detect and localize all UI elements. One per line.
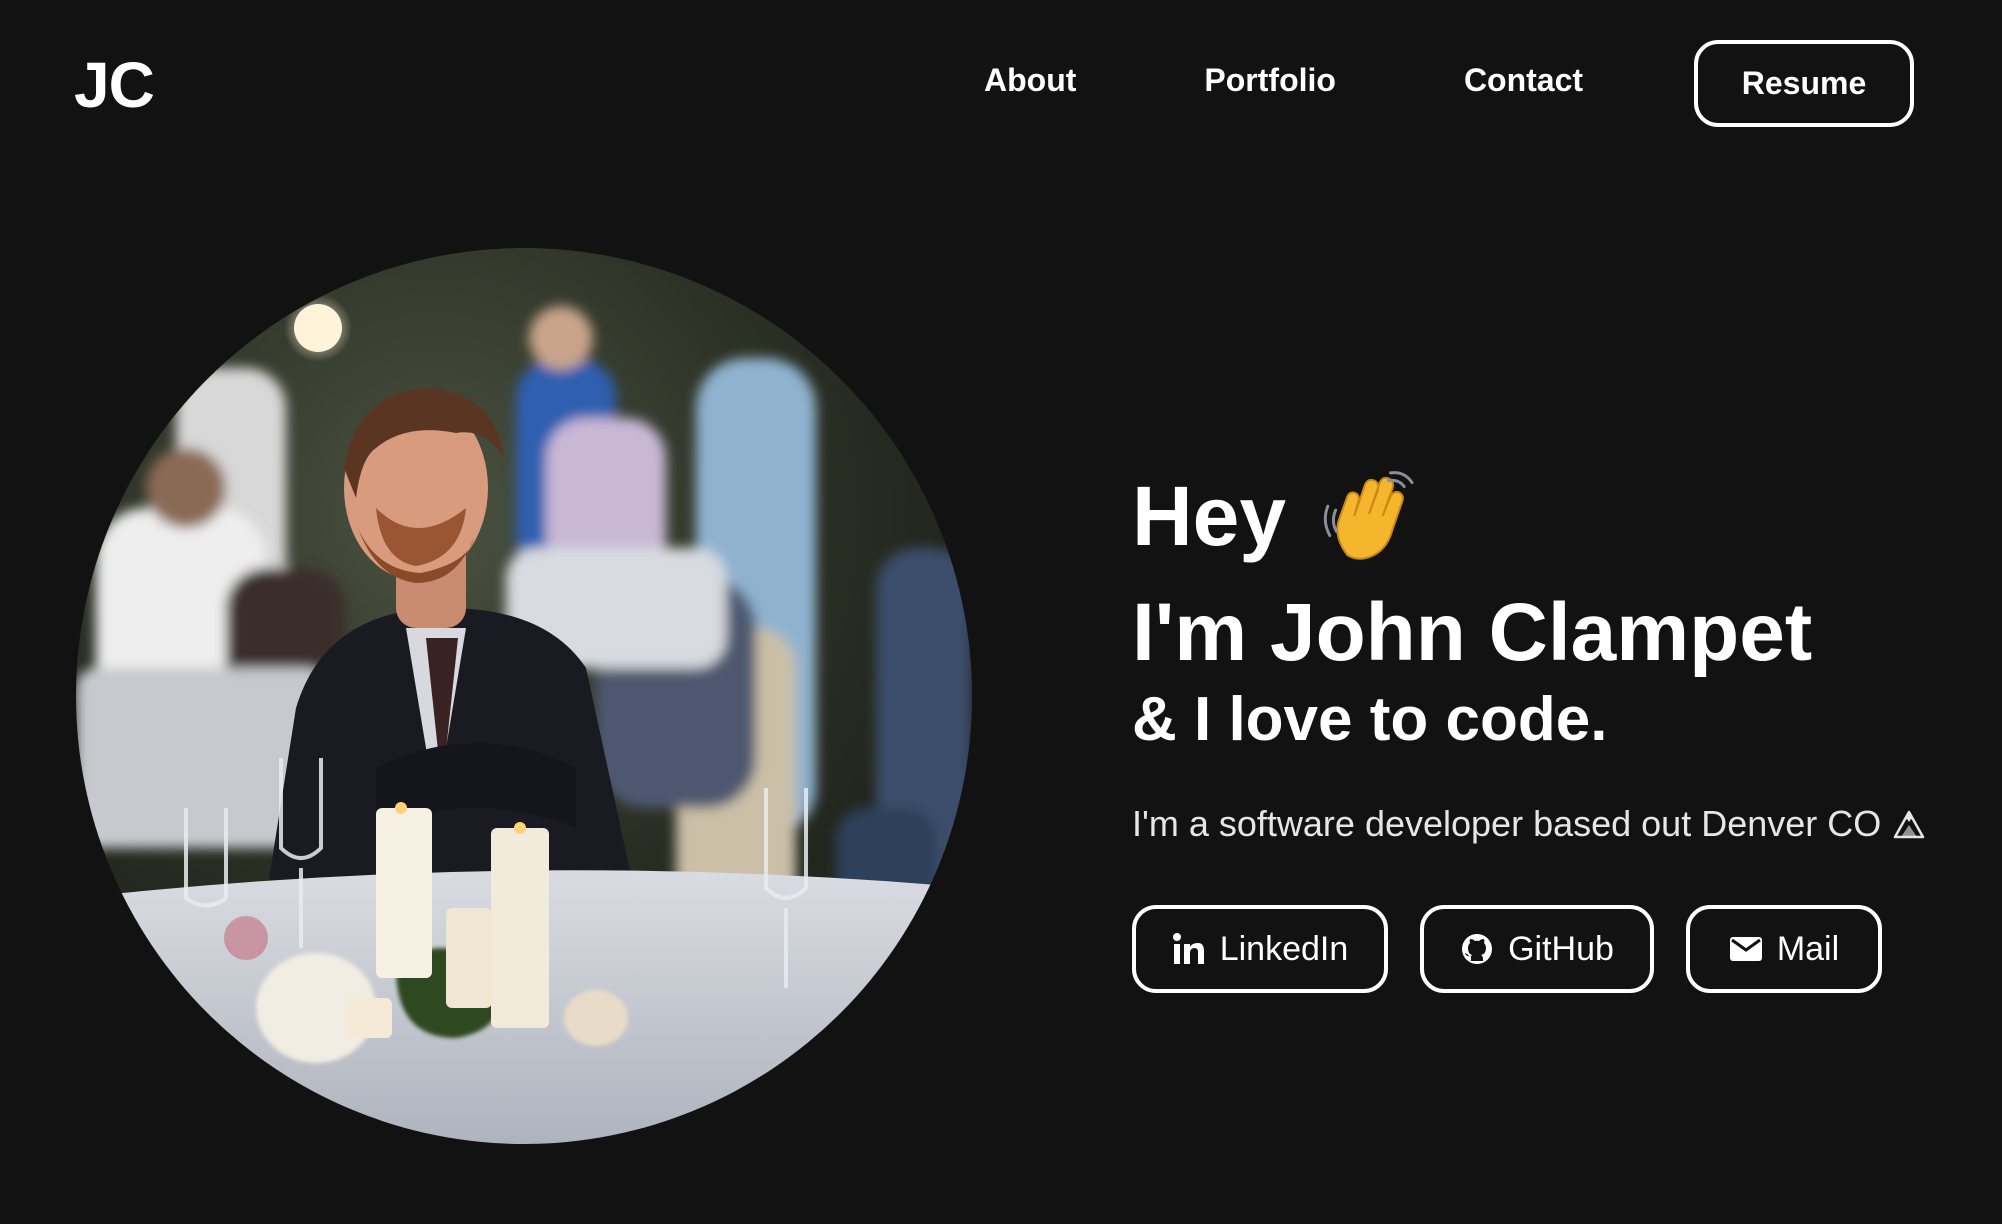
name-heading: I'm John Clampet	[1132, 587, 1813, 678]
site-logo[interactable]: JC	[74, 48, 155, 122]
linkedin-icon	[1172, 933, 1204, 964]
nav-contact-link[interactable]: Contact	[1464, 62, 1583, 99]
profile-photo	[76, 248, 972, 1144]
tagline: & I love to code.	[1132, 684, 1972, 755]
github-label: GitHub	[1508, 929, 1614, 968]
mail-label: Mail	[1776, 929, 1840, 968]
hero-section: Hey I'm John Clampet & I love to code. I…	[1132, 462, 1972, 993]
nav-about-link[interactable]: About	[984, 62, 1076, 99]
greeting-text: Hey	[1132, 468, 1287, 563]
waving-hand-icon	[1323, 471, 1414, 560]
bio-text: I'm a software developer based out Denve…	[1132, 803, 1972, 845]
mountain-icon	[1894, 810, 1925, 839]
main-nav: About Portfolio Contact	[984, 62, 1583, 99]
nav-portfolio-link[interactable]: Portfolio	[1204, 62, 1336, 99]
bio-label: I'm a software developer based out Denve…	[1132, 803, 1882, 844]
linkedin-label: LinkedIn	[1219, 929, 1349, 968]
tagline-suffix: .	[1590, 685, 1608, 754]
mail-icon	[1729, 937, 1762, 961]
page: JC About Portfolio Contact Resume Hey I'…	[0, 0, 2002, 1224]
github-icon	[1462, 934, 1493, 964]
linkedin-button[interactable]: LinkedIn	[1132, 905, 1388, 993]
tagline-prefix: & I love to	[1132, 685, 1446, 754]
greeting-line: Hey	[1132, 462, 1972, 570]
tagline-highlight: code	[1445, 685, 1591, 754]
resume-button[interactable]: Resume	[1694, 40, 1914, 127]
mail-button[interactable]: Mail	[1686, 905, 1882, 993]
github-button[interactable]: GitHub	[1420, 905, 1654, 993]
social-links: LinkedIn GitHub Mail	[1132, 905, 1972, 993]
